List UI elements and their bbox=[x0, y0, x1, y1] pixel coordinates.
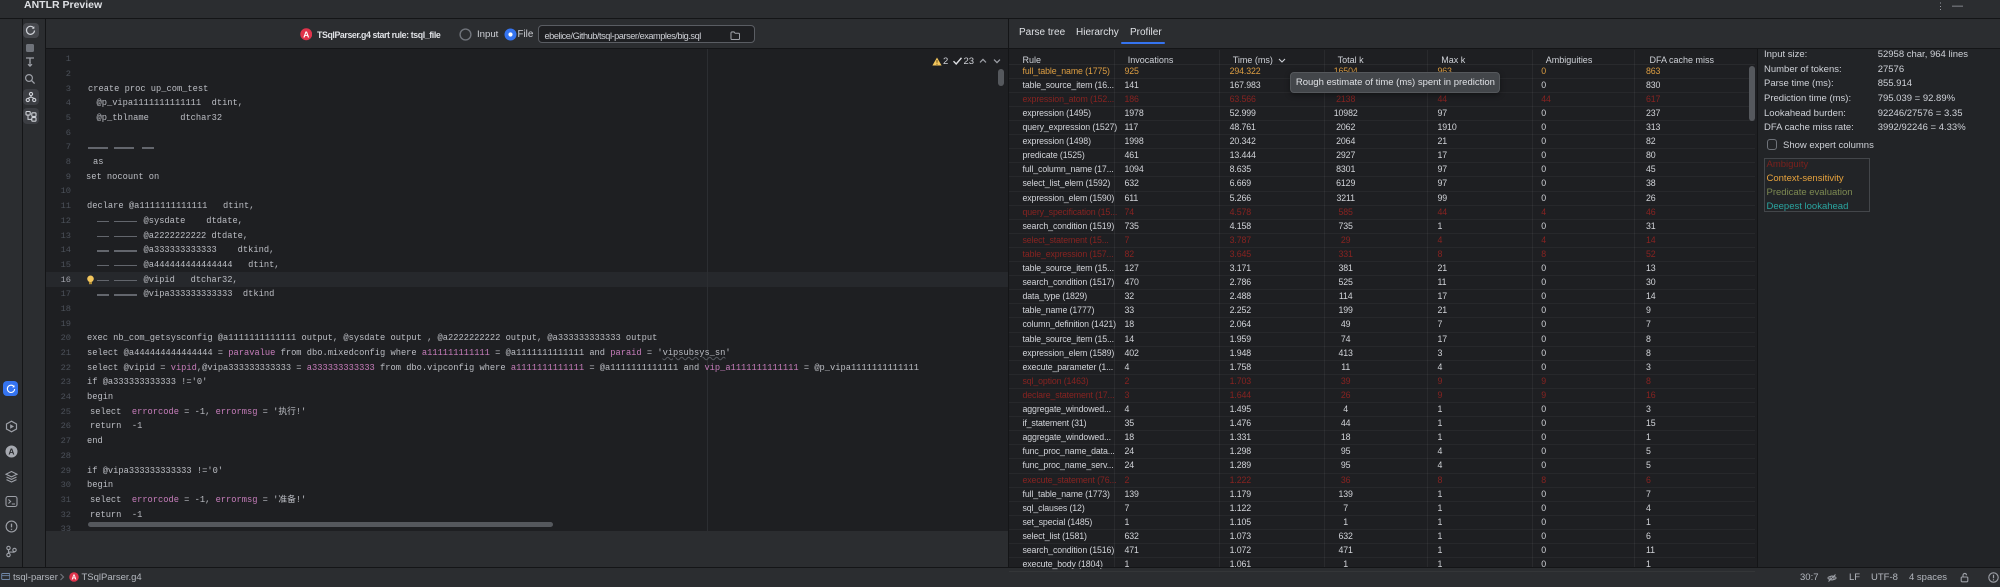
svg-text:A: A bbox=[8, 447, 14, 457]
svg-text:A: A bbox=[72, 574, 77, 581]
svg-text:A: A bbox=[303, 29, 310, 39]
